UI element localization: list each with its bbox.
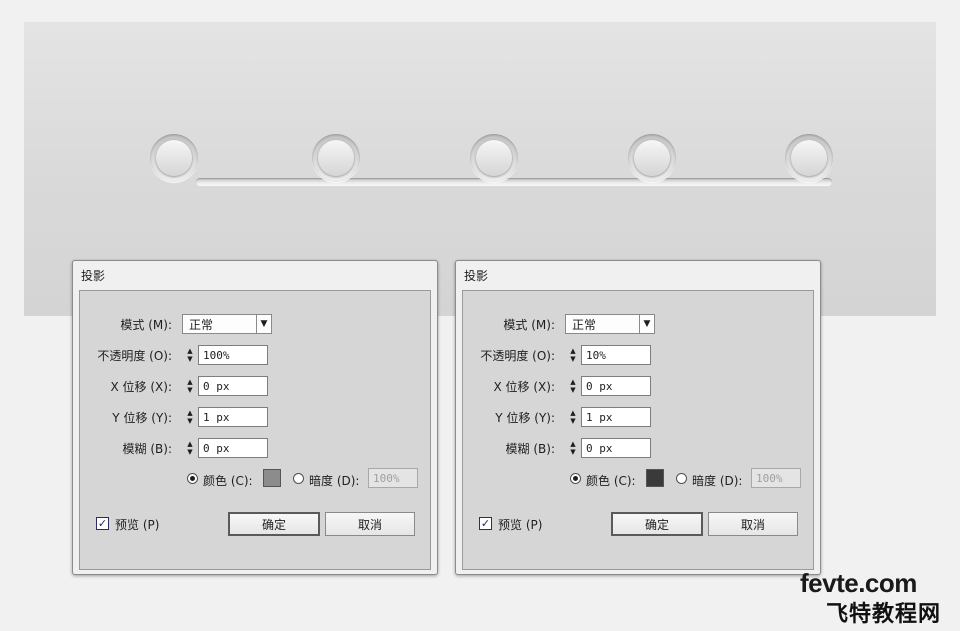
darkness-radio[interactable] [293,473,304,484]
progress-track [196,178,832,186]
color-label: 颜色 (C): [203,474,253,488]
x-offset-input[interactable]: 0 px [198,376,268,396]
blur-input[interactable]: 0 px [581,438,651,458]
watermark-line2: 飞特教程网 [826,602,942,627]
drop-shadow-dialog-2: 投影 模式 (M): 正常 ▼ 不透明度 (O): ▲ ▼ 10% X 位移 (X… [455,260,821,575]
spinner-arrows-icon[interactable]: ▲ ▼ [182,438,198,458]
dialog-title: 投影 [464,269,489,283]
shadow-color-swatch[interactable] [646,469,664,487]
mode-select[interactable]: 正常 ▼ [565,314,655,334]
darkness-radio[interactable] [676,473,687,484]
spinner-arrows-icon[interactable]: ▲ ▼ [182,407,198,427]
spinner-arrows-icon[interactable]: ▲ ▼ [182,376,198,396]
spinner-arrows-icon[interactable]: ▲ ▼ [182,345,198,365]
ok-button[interactable]: 确定 [611,512,703,536]
drop-shadow-dialog-1: 投影 模式 (M): 正常 ▼ 不透明度 (O): ▲ ▼ 100% X 位移 (… [72,260,438,575]
color-label: 颜色 (C): [586,474,636,488]
darkness-label: 暗度 (D): [309,474,360,488]
ok-button[interactable]: 确定 [228,512,320,536]
step-node-5 [785,134,833,182]
spinner-arrows-icon[interactable]: ▲ ▼ [565,438,581,458]
y-offset-label: Y 位移 (Y): [112,410,172,425]
mode-select[interactable]: 正常 ▼ [182,314,272,334]
cancel-button[interactable]: 取消 [708,512,798,536]
color-radio[interactable] [187,473,198,484]
darkness-input[interactable]: 100% [751,468,801,488]
color-radio[interactable] [570,473,581,484]
preview-checkbox[interactable]: ✓ [96,517,109,530]
darkness-input[interactable]: 100% [368,468,418,488]
chevron-down-icon[interactable]: ▼ [639,315,654,333]
opacity-label: 不透明度 (O): [480,348,555,363]
dialog-title: 投影 [81,269,106,283]
settings-panel: 模式 (M): 正常 ▼ 不透明度 (O): ▲ ▼ 10% X 位移 (X): … [462,290,814,570]
spinner-arrows-icon[interactable]: ▲ ▼ [565,345,581,365]
mode-value: 正常 [189,317,214,332]
chevron-down-icon[interactable]: ▼ [256,315,271,333]
blur-label: 模糊 (B): [505,441,555,456]
preview-checkbox[interactable]: ✓ [479,517,492,530]
spinner-arrows-icon[interactable]: ▲ ▼ [565,376,581,396]
cancel-button[interactable]: 取消 [325,512,415,536]
y-offset-label: Y 位移 (Y): [495,410,555,425]
opacity-input[interactable]: 100% [198,345,268,365]
shadow-color-swatch[interactable] [263,469,281,487]
step-node-1 [150,134,198,182]
mode-label: 模式 (M): [503,317,555,332]
step-node-4 [628,134,676,182]
spinner-arrows-icon[interactable]: ▲ ▼ [565,407,581,427]
mode-value: 正常 [572,317,597,332]
x-offset-input[interactable]: 0 px [581,376,651,396]
step-node-2 [312,134,360,182]
settings-panel: 模式 (M): 正常 ▼ 不透明度 (O): ▲ ▼ 100% X 位移 (X):… [79,290,431,570]
x-offset-label: X 位移 (X): [110,379,172,394]
mode-label: 模式 (M): [120,317,172,332]
blur-input[interactable]: 0 px [198,438,268,458]
blur-label: 模糊 (B): [122,441,172,456]
opacity-input[interactable]: 10% [581,345,651,365]
step-node-3 [470,134,518,182]
darkness-label: 暗度 (D): [692,474,743,488]
watermark-line1: fevte.com [800,568,917,598]
y-offset-input[interactable]: 1 px [198,407,268,427]
watermark-logo: fevte.com 飞特教程网 [796,568,956,628]
opacity-label: 不透明度 (O): [97,348,172,363]
y-offset-input[interactable]: 1 px [581,407,651,427]
preview-label: 预览 (P) [498,518,543,532]
preview-label: 预览 (P) [115,518,160,532]
x-offset-label: X 位移 (X): [493,379,555,394]
